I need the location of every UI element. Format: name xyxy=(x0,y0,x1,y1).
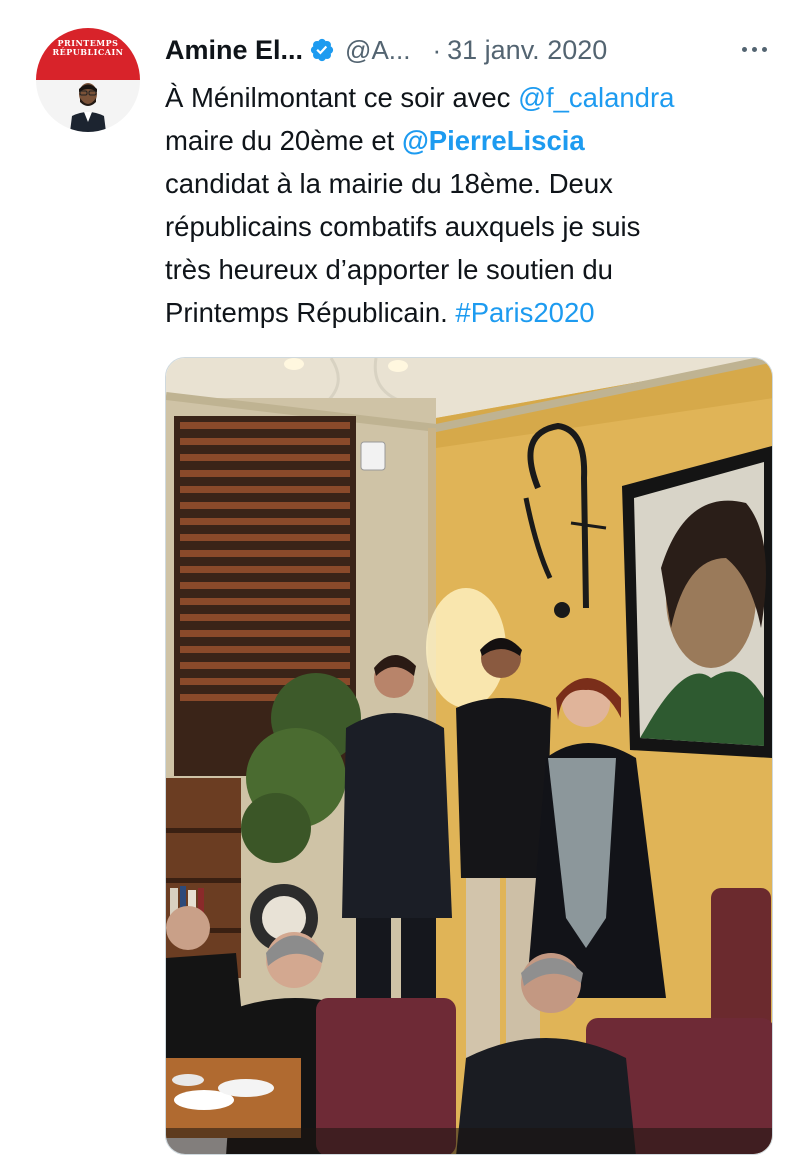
hashtag-paris2020[interactable]: #Paris2020 xyxy=(455,297,594,328)
avatar-brand-band: PRINTEMPS RÉPUBLICAIN xyxy=(36,28,140,80)
verified-badge-icon xyxy=(310,38,334,62)
tweet-date[interactable]: 31 janv. 2020 xyxy=(447,35,607,66)
author-handle[interactable]: @A... xyxy=(345,35,410,66)
text-segment: maire du 20ème et xyxy=(165,125,402,156)
author-name[interactable]: Amine El... xyxy=(165,35,303,66)
tweet-header: Amine El... @A... · 31 janv. 2020 xyxy=(165,30,607,70)
text-segment: À Ménilmontant ce soir avec xyxy=(165,82,519,113)
avatar-person-photo xyxy=(70,83,106,132)
more-dot xyxy=(751,46,757,52)
tweet-text-line-3: candidat à la mairie du 18ème. Deux xyxy=(165,168,613,199)
tweet-text-line-4: républicains combatifs auxquels je suis xyxy=(165,211,641,242)
tweet-text-line-5: très heureux d’apporter le soutien du xyxy=(165,254,613,285)
header-separator: · xyxy=(432,34,442,65)
mention-pierreliscia[interactable]: @PierreLiscia xyxy=(402,125,585,156)
tweet-text-line-2: maire du 20ème et @PierreLiscia xyxy=(165,119,775,162)
mention-f-calandra[interactable]: @f_calandra xyxy=(518,82,674,113)
tweet-text: À Ménilmontant ce soir avec @f_calandra … xyxy=(165,76,775,334)
text-segment: Printemps Républicain. xyxy=(165,297,456,328)
tweet[interactable]: PRINTEMPS RÉPUBLICAIN Amine El... @A... … xyxy=(0,0,810,1167)
tweet-text-line-6: Printemps Républicain. #Paris2020 xyxy=(165,291,775,334)
avatar-brand-line-2: RÉPUBLICAIN xyxy=(52,47,124,57)
tweet-photo[interactable] xyxy=(165,357,773,1155)
more-dot xyxy=(761,46,767,52)
author-avatar[interactable]: PRINTEMPS RÉPUBLICAIN xyxy=(36,28,140,132)
tweet-text-line-1: À Ménilmontant ce soir avec @f_calandra xyxy=(165,76,775,119)
photo-scene xyxy=(166,358,772,1154)
more-options-icon[interactable] xyxy=(736,34,772,64)
more-dot xyxy=(741,46,747,52)
